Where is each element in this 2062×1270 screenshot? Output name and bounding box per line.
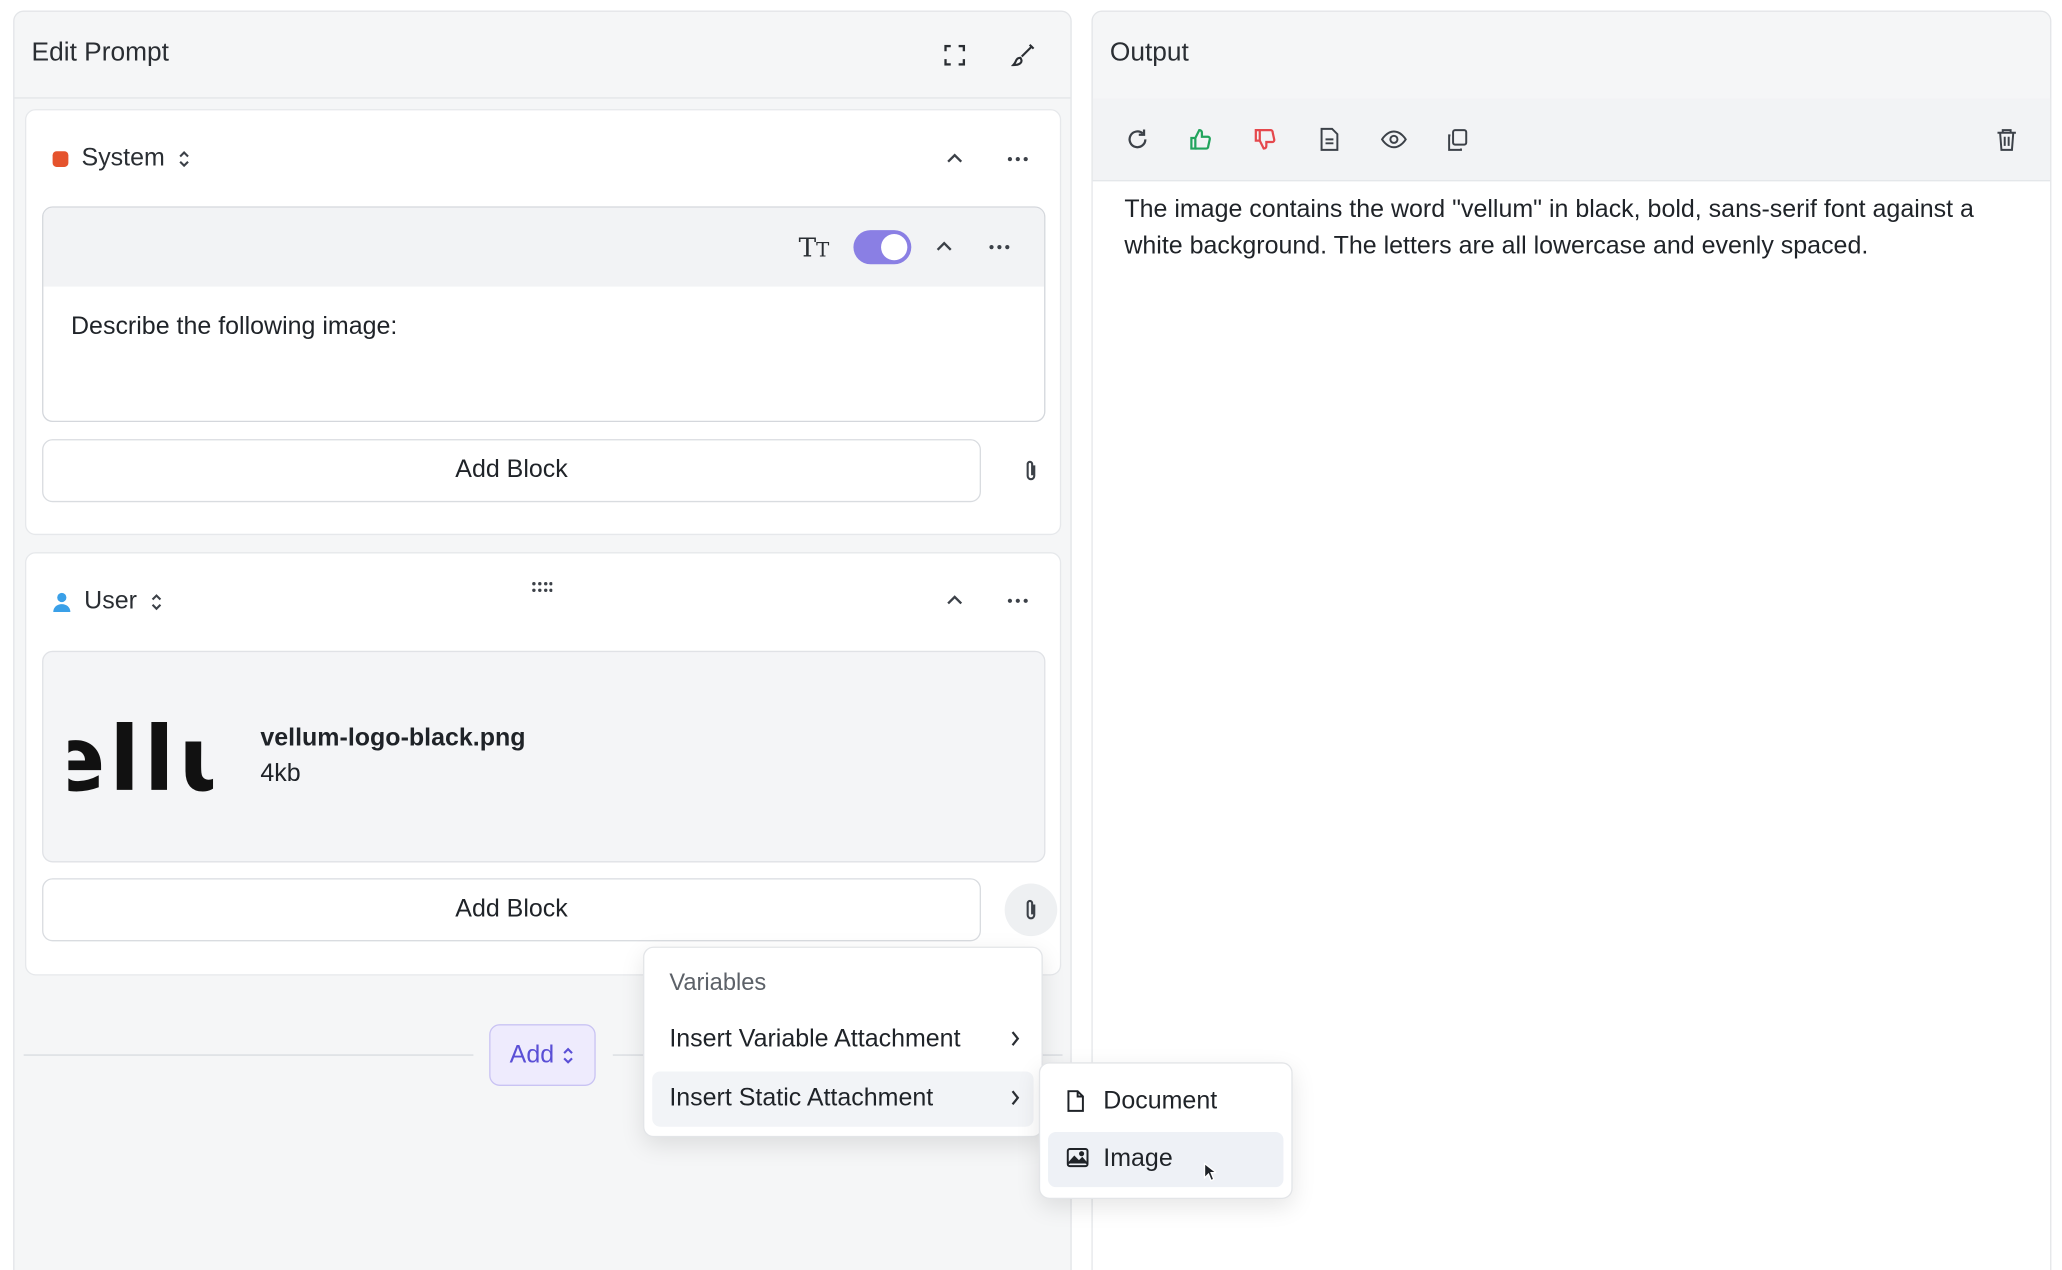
attachment-file-name: vellum-logo-black.png xyxy=(260,724,526,753)
panel-title: Output xyxy=(1109,38,1189,68)
toggle-knob xyxy=(881,234,908,261)
add-divider-left xyxy=(23,1054,474,1056)
image-option[interactable]: Image xyxy=(1048,1131,1284,1188)
brush-icon[interactable] xyxy=(1006,38,1040,72)
mouse-cursor-icon xyxy=(1203,1162,1217,1182)
expand-icon[interactable] xyxy=(938,38,972,72)
user-icon xyxy=(53,592,71,612)
menu-section-label: Variables xyxy=(669,968,767,996)
attachment-menu: Variables Insert Variable Attachment Ins… xyxy=(643,946,1043,1138)
role-label: System xyxy=(81,144,165,173)
chevron-up-down-icon xyxy=(563,1046,574,1064)
output-toolbar xyxy=(1092,98,2051,182)
more-options-icon[interactable] xyxy=(999,141,1036,178)
submenu-item-label: Image xyxy=(1103,1145,1173,1173)
insert-static-attachment-item[interactable]: Insert Static Attachment xyxy=(652,1071,1034,1127)
drag-handle-icon[interactable] xyxy=(531,577,553,593)
image-icon xyxy=(1066,1148,1089,1168)
block-toolbar: TT xyxy=(43,207,1045,287)
menu-item-label: Insert Variable Attachment xyxy=(669,1025,961,1054)
copy-icon[interactable] xyxy=(1440,122,1474,156)
block-toggle[interactable] xyxy=(853,230,912,265)
paperclip-icon[interactable] xyxy=(1005,444,1058,497)
system-badge-icon xyxy=(52,151,69,167)
thumbs-up-icon[interactable] xyxy=(1184,122,1218,156)
system-message-card: System TT Describe the following image: … xyxy=(24,109,1062,536)
insert-variable-attachment-item[interactable]: Insert Variable Attachment xyxy=(652,1012,1033,1067)
block-content[interactable]: Describe the following image: xyxy=(71,313,397,342)
menu-item-label: Insert Static Attachment xyxy=(669,1084,934,1113)
output-header: Output xyxy=(1093,12,2050,99)
add-block-button[interactable]: Add Block xyxy=(42,439,981,503)
add-label: Add xyxy=(509,1040,555,1069)
panel-title: Edit Prompt xyxy=(31,38,169,68)
edit-prompt-header: Edit Prompt xyxy=(14,12,1071,99)
role-selector-user[interactable]: User xyxy=(53,585,164,619)
collapse-button[interactable] xyxy=(936,141,973,178)
chevron-up-down-icon xyxy=(151,594,162,611)
chevron-up-down-icon xyxy=(179,151,190,168)
refresh-icon[interactable] xyxy=(1120,122,1154,156)
role-label: User xyxy=(84,587,137,616)
more-options-icon[interactable] xyxy=(999,582,1036,619)
document-icon[interactable] xyxy=(1312,122,1346,156)
eye-icon[interactable] xyxy=(1377,122,1411,156)
chevron-right-icon xyxy=(1011,1031,1020,1046)
user-message-card: User ellu vellum-logo-black.png 4kb Add … xyxy=(24,552,1062,976)
attachment-file-size: 4kb xyxy=(260,759,301,788)
chevron-right-icon xyxy=(1011,1090,1020,1106)
block-more-icon[interactable] xyxy=(981,229,1018,266)
add-message-button[interactable]: Add xyxy=(489,1024,596,1086)
paperclip-icon[interactable] xyxy=(1004,883,1058,937)
text-format-icon[interactable]: TT xyxy=(796,229,833,266)
trash-icon[interactable] xyxy=(1990,122,2024,156)
image-attachment-block[interactable]: ellu vellum-logo-black.png 4kb xyxy=(42,650,1046,863)
attachment-thumbnail: ellu xyxy=(68,708,213,813)
output-text: The image contains the word "vellum" in … xyxy=(1124,195,1974,261)
document-icon xyxy=(1067,1090,1084,1112)
role-selector-system[interactable]: System xyxy=(52,142,192,176)
submenu-item-label: Document xyxy=(1103,1087,1218,1115)
static-attachment-submenu: Document Image xyxy=(1038,1062,1293,1200)
block-collapse-button[interactable] xyxy=(926,229,963,266)
document-option[interactable]: Document xyxy=(1048,1074,1283,1129)
add-block-button[interactable]: Add Block xyxy=(42,878,981,942)
collapse-button[interactable] xyxy=(936,582,973,619)
text-block[interactable]: TT Describe the following image: xyxy=(42,206,1046,423)
thumbs-down-icon[interactable] xyxy=(1248,122,1282,156)
